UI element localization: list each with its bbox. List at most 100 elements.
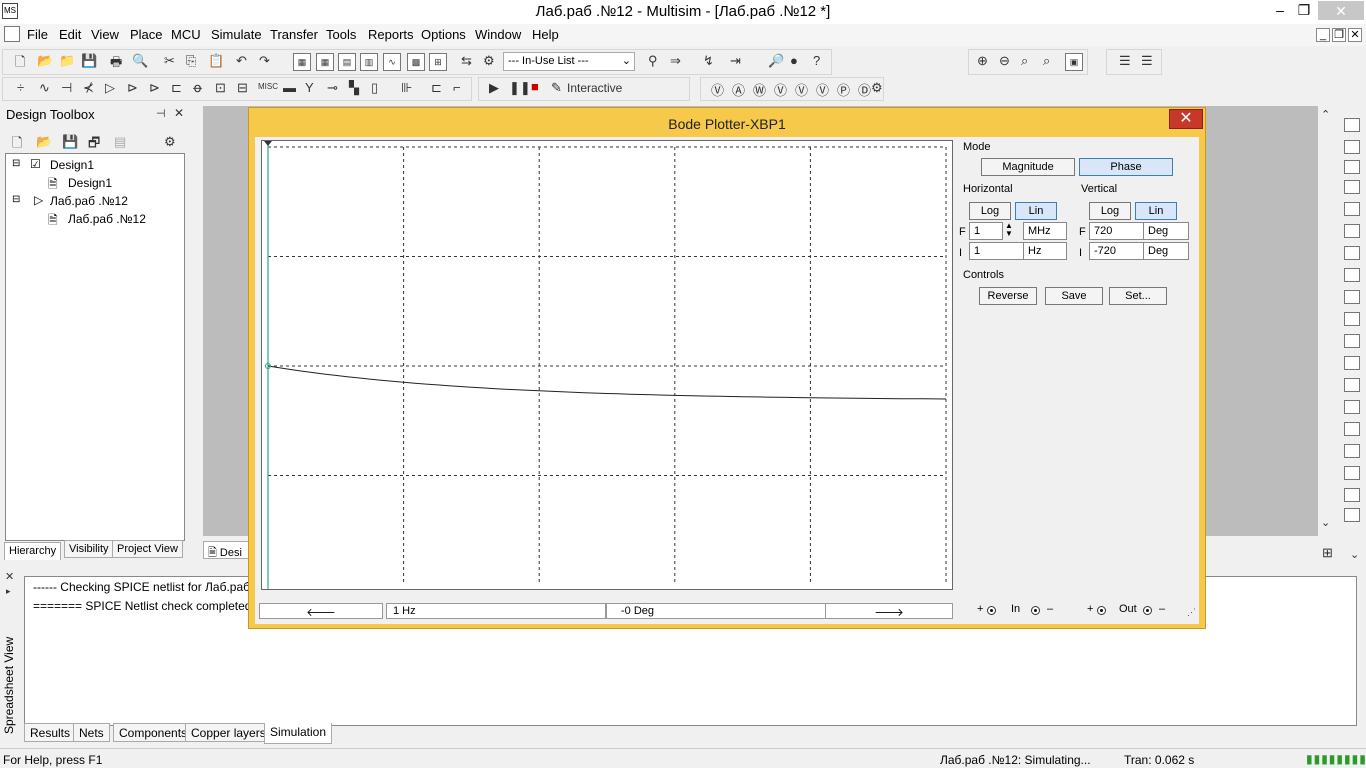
- tab-hierarchy[interactable]: Hierarchy: [4, 542, 62, 560]
- workspace-doc-tab[interactable]: 🗎 Desi: [203, 541, 249, 559]
- tree-item-design1-sheet[interactable]: Design1: [68, 176, 112, 190]
- in-minus-terminal[interactable]: [1031, 606, 1040, 615]
- four-channel-scope-icon[interactable]: [1344, 202, 1360, 216]
- zoom-out-icon[interactable]: ⊖: [999, 53, 1010, 69]
- redo-icon[interactable]: ↷: [259, 53, 270, 69]
- zoom-fit-icon[interactable]: ⌕: [1043, 53, 1050, 69]
- open-sample-icon[interactable]: 📁: [59, 53, 75, 69]
- hierarchy-icon[interactable]: ⊞: [429, 53, 447, 71]
- h-initial-unit[interactable]: Hz: [1023, 242, 1067, 260]
- toolbox-settings-icon[interactable]: ⚙: [164, 134, 176, 150]
- multimeter-icon[interactable]: [1344, 118, 1360, 132]
- vertical-log-button[interactable]: Log: [1089, 202, 1131, 220]
- print-preview-icon[interactable]: 🔍: [132, 53, 148, 69]
- close-button[interactable]: ✕: [1318, 1, 1364, 20]
- menu-view[interactable]: View: [91, 27, 119, 42]
- open-folder-icon[interactable]: 📂: [37, 53, 53, 69]
- out-minus-terminal[interactable]: [1143, 606, 1152, 615]
- reverse-button[interactable]: Reverse: [979, 287, 1037, 305]
- grapher-icon[interactable]: ∿: [383, 53, 401, 71]
- tab-simulation[interactable]: Simulation: [264, 723, 333, 744]
- menu-edit[interactable]: Edit: [59, 27, 81, 42]
- mdi-minimize-button[interactable]: _: [1316, 28, 1330, 42]
- voltmeter-icon[interactable]: Ⓥ: [711, 80, 724, 99]
- differential-probe-icon[interactable]: Ⓥ: [795, 80, 808, 99]
- menu-simulate[interactable]: Simulate: [211, 27, 262, 42]
- connector-icon[interactable]: ⌐: [453, 80, 461, 95]
- diode-icon[interactable]: ⊣: [61, 80, 72, 96]
- in-use-list-dropdown[interactable]: --- In-Use List --- ⌄: [503, 52, 635, 71]
- spectrum-analyzer-icon[interactable]: [1344, 378, 1360, 392]
- power-icon[interactable]: ⊟: [237, 80, 248, 96]
- electromechanical-icon[interactable]: ⊸: [327, 80, 338, 96]
- scroll-up-icon[interactable]: ⌃: [1321, 108, 1330, 121]
- tab-project-view[interactable]: Project View: [112, 540, 183, 558]
- indicator-icon[interactable]: ⊡: [215, 80, 226, 96]
- checkbox-icon[interactable]: ☑: [30, 157, 41, 171]
- cut-icon[interactable]: ✂: [164, 53, 175, 69]
- set-button[interactable]: Set...: [1109, 287, 1167, 305]
- scroll-down-icon[interactable]: ⌄: [1321, 516, 1330, 529]
- back-annotate-icon[interactable]: ⇆: [461, 53, 472, 69]
- agilent-multimeter-icon[interactable]: [1344, 444, 1360, 458]
- distortion-analyzer-icon[interactable]: [1344, 356, 1360, 370]
- menu-options[interactable]: Options: [421, 27, 466, 42]
- resize-grip-icon[interactable]: ⋰: [1187, 607, 1196, 618]
- function-generator-icon[interactable]: [1344, 140, 1360, 154]
- export-icon[interactable]: ⇥: [730, 53, 741, 69]
- tektronix-scope-icon[interactable]: [1344, 488, 1360, 502]
- current-probe-icon[interactable]: Ⓥ: [816, 80, 829, 99]
- menu-file[interactable]: File: [27, 27, 48, 42]
- digital-probe-icon[interactable]: Ⓓ: [858, 80, 871, 99]
- stop-icon[interactable]: ■: [531, 79, 539, 94]
- zoom-in-icon[interactable]: ⊕: [977, 53, 988, 69]
- tree-item-lab12[interactable]: Лаб.раб .№12: [50, 194, 128, 208]
- bus-icon[interactable]: ⊪: [401, 80, 412, 96]
- menu-window[interactable]: Window: [475, 27, 521, 42]
- database-icon[interactable]: ▥: [360, 53, 378, 71]
- vertical-lin-button[interactable]: Lin: [1135, 202, 1177, 220]
- search-icon[interactable]: 🔎: [768, 53, 784, 69]
- scroll-end-icon[interactable]: ⌄: [1350, 548, 1359, 561]
- bode-graph[interactable]: [261, 140, 953, 590]
- undo-icon[interactable]: ↶: [236, 53, 247, 69]
- list-icon[interactable]: ☰: [1119, 53, 1131, 69]
- h-final-unit[interactable]: MHz: [1023, 222, 1067, 240]
- toolbox-save-icon[interactable]: 💾: [62, 134, 78, 150]
- v-final-value-input[interactable]: 720: [1089, 222, 1145, 240]
- agilent-scope-icon[interactable]: [1344, 466, 1360, 480]
- phase-probe-icon[interactable]: Ⓟ: [837, 80, 850, 99]
- wattmeter-palette-icon[interactable]: [1344, 160, 1360, 174]
- spreadsheet-icon[interactable]: ▤: [338, 53, 356, 71]
- maximize-button[interactable]: ❐: [1290, 0, 1318, 20]
- h-final-value-input[interactable]: 1: [969, 222, 1003, 240]
- menu-transfer[interactable]: Transfer: [270, 27, 318, 42]
- tab-nets[interactable]: Nets: [73, 723, 110, 742]
- probe-icon[interactable]: ⚲: [648, 53, 658, 69]
- transistor-icon[interactable]: ⊀: [83, 80, 94, 96]
- mdi-restore-button[interactable]: ❐: [1332, 28, 1346, 42]
- v-initial-unit[interactable]: Deg: [1143, 242, 1189, 260]
- list-alt-icon[interactable]: ☰: [1141, 53, 1153, 69]
- new-file-icon[interactable]: 🗋: [15, 53, 25, 75]
- electrical-rules-icon[interactable]: ●: [790, 53, 798, 68]
- cmos-icon[interactable]: ⊳: [149, 80, 160, 96]
- v-final-unit[interactable]: Deg: [1143, 222, 1189, 240]
- transfer-icon[interactable]: ↯: [703, 53, 714, 69]
- tree-item-lab12-sheet[interactable]: Лаб.раб .№12: [68, 212, 146, 226]
- misc-icon[interactable]: MISC: [258, 82, 278, 91]
- mixed-icon[interactable]: ꝋ: [193, 80, 202, 96]
- tab-results[interactable]: Results: [24, 723, 77, 742]
- bode-close-button[interactable]: ✕: [1169, 109, 1203, 129]
- word-generator-icon[interactable]: [1344, 268, 1360, 282]
- bode-plotter-icon[interactable]: [1344, 224, 1360, 238]
- interactive-icon[interactable]: ✎: [551, 80, 562, 96]
- spreadsheet-expand-icon[interactable]: ▸: [6, 586, 11, 597]
- collapse-icon[interactable]: ⊟: [12, 158, 20, 169]
- grid-icon[interactable]: ▦: [316, 53, 334, 71]
- save-icon[interactable]: 💾: [81, 53, 97, 69]
- mcu-icon[interactable]: ▚: [349, 80, 359, 96]
- logic-analyzer-icon[interactable]: [1344, 312, 1360, 326]
- frequency-counter-icon[interactable]: [1344, 246, 1360, 260]
- interactive-label[interactable]: Interactive: [567, 81, 622, 95]
